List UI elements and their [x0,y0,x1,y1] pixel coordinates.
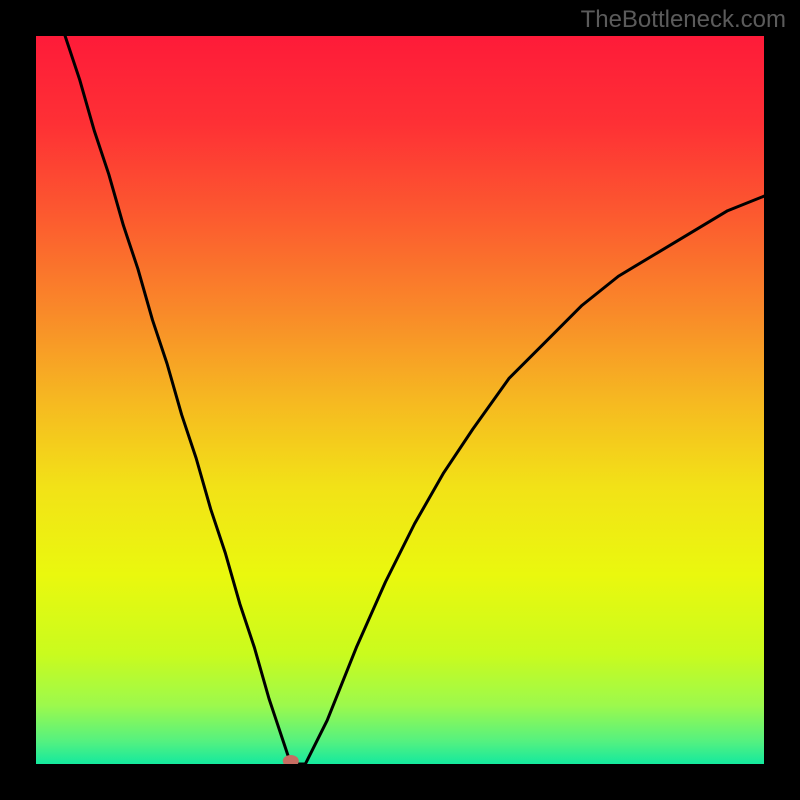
plot-area [36,36,764,764]
chart-frame: TheBottleneck.com [0,0,800,800]
watermark-text: TheBottleneck.com [581,6,786,34]
gradient-background [36,36,764,764]
plot-svg [36,36,764,764]
